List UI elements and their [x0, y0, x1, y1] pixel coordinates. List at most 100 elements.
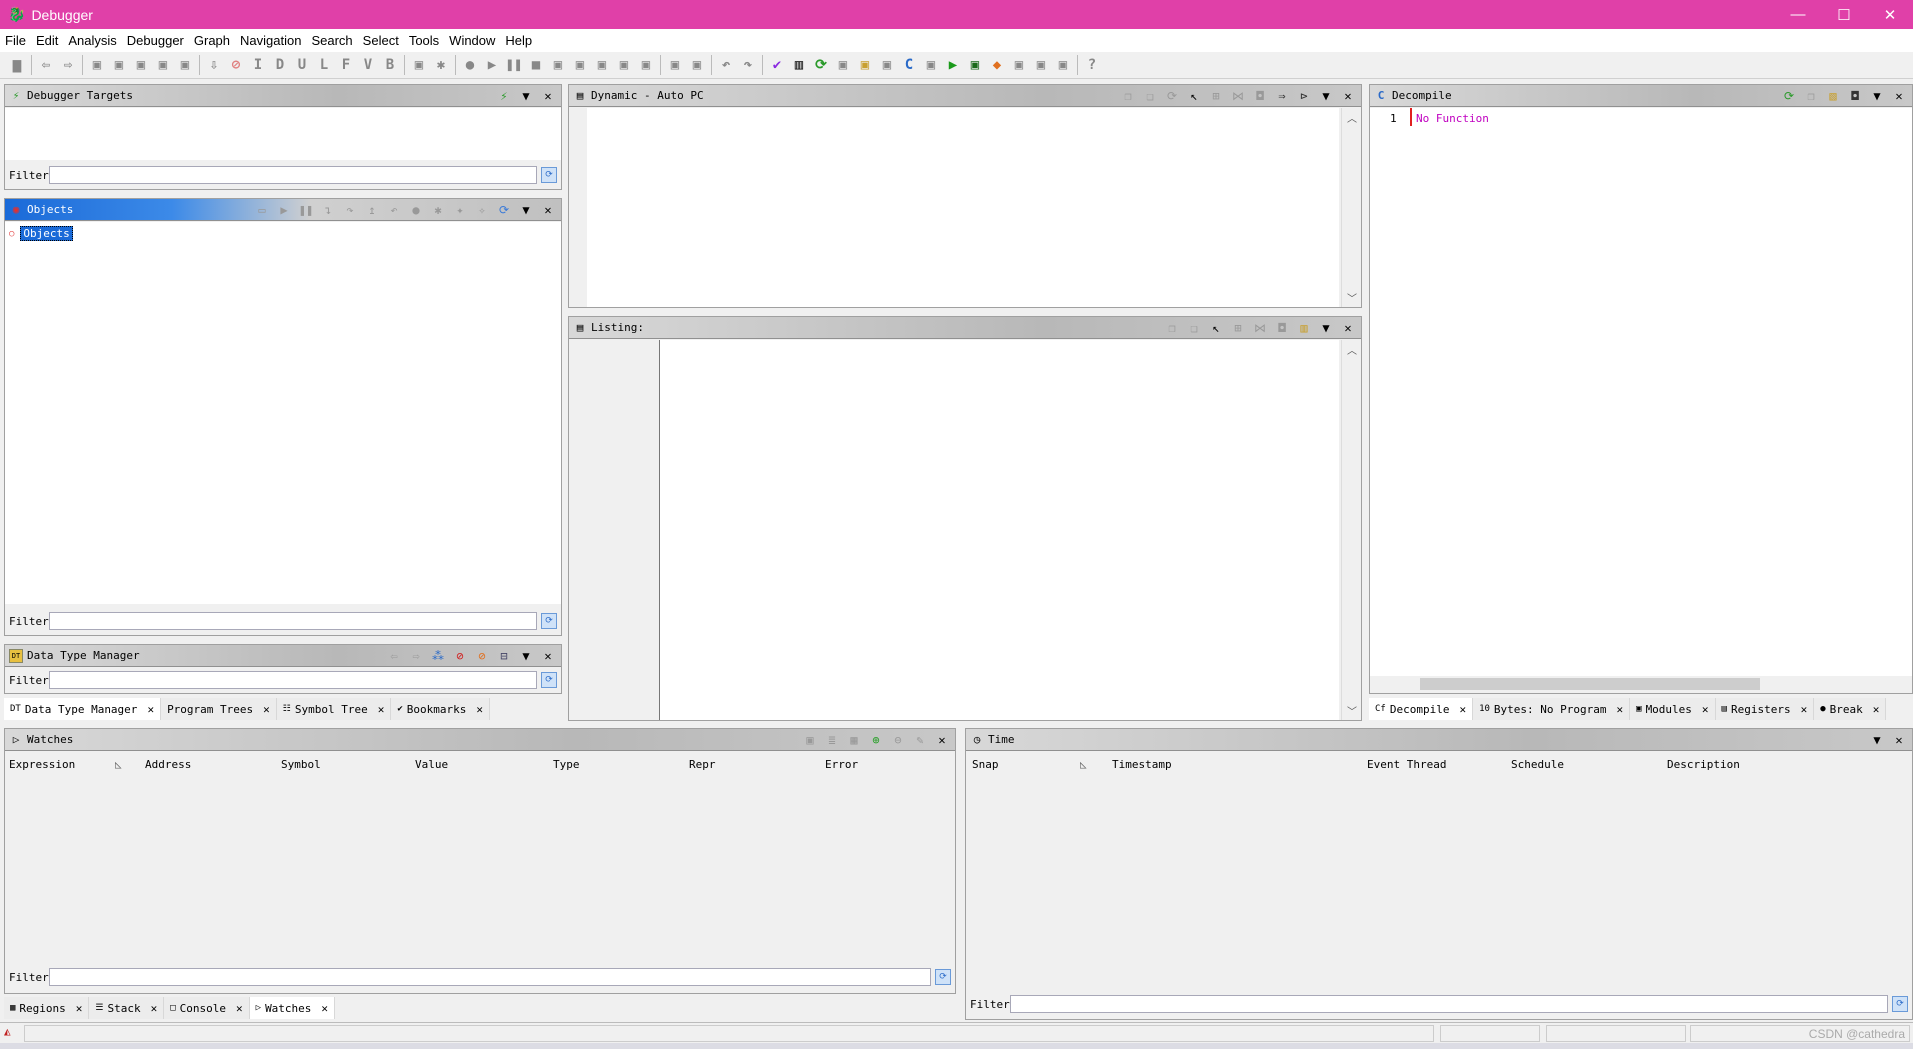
column-header-error[interactable]: Error: [825, 758, 858, 771]
toolbar-i-button[interactable]: I: [247, 54, 269, 76]
menu-window[interactable]: Window: [444, 33, 500, 48]
edit-icon[interactable]: ✎: [911, 733, 929, 747]
tab-close-icon[interactable]: ✕: [1702, 703, 1709, 716]
save-icon[interactable]: ▆: [6, 54, 28, 76]
tree-icon[interactable]: ▣: [920, 54, 942, 76]
menu-debugger[interactable]: Debugger: [122, 33, 189, 48]
filter-input[interactable]: [49, 166, 537, 184]
filter-input[interactable]: [49, 612, 537, 630]
snapshot-icon[interactable]: ◘: [1273, 321, 1291, 335]
tab-registers[interactable]: ▤ Registers ✕: [1715, 698, 1815, 720]
refresh-icon[interactable]: ⟳: [1163, 89, 1181, 103]
filter-options-icon[interactable]: ⟳: [1892, 996, 1908, 1012]
run-green-icon[interactable]: ▶: [942, 54, 964, 76]
field-edit-icon[interactable]: ⊞: [1207, 89, 1225, 103]
tab-stack[interactable]: ☰ Stack ✕: [89, 997, 165, 1019]
refresh-icon[interactable]: ⟳: [1780, 89, 1798, 103]
folder-icon[interactable]: ▣: [854, 54, 876, 76]
tab-regions[interactable]: ▦ Regions ✕: [4, 997, 90, 1019]
tab-program-trees[interactable]: Program Trees ✕: [161, 698, 277, 720]
copy-icon[interactable]: ❐: [1163, 321, 1181, 335]
disconnect-icon[interactable]: ▣: [547, 54, 569, 76]
column-header-expression[interactable]: Expression: [9, 758, 75, 771]
column-header-address[interactable]: Address: [145, 758, 191, 771]
toolbar-f-button[interactable]: F: [335, 54, 357, 76]
tab-symbol-tree[interactable]: ☷ Symbol Tree ✕: [276, 698, 392, 720]
tab-watches[interactable]: ▷ Watches ✕: [249, 997, 336, 1019]
tab-close-icon[interactable]: ✕: [1873, 703, 1880, 716]
panel-close-button[interactable]: ✕: [539, 89, 557, 103]
tab-decompile[interactable]: Cf Decompile ✕: [1369, 698, 1474, 720]
step-over-icon[interactable]: ↷: [341, 203, 359, 217]
memory-icon[interactable]: ▦: [845, 733, 863, 747]
column-header-timestamp[interactable]: Timestamp: [1112, 758, 1172, 771]
menu-search[interactable]: Search: [306, 33, 357, 48]
record-icon[interactable]: ●: [407, 203, 425, 217]
column-header-schedule[interactable]: Schedule: [1511, 758, 1564, 771]
attach-icon[interactable]: ✦: [451, 203, 469, 217]
tab-bytes-no-program[interactable]: 10 Bytes: No Program ✕: [1473, 698, 1631, 720]
tab-close-icon[interactable]: ✕: [147, 703, 154, 716]
filter-options-icon[interactable]: ⟳: [935, 969, 951, 985]
decompile-icon[interactable]: C: [898, 54, 920, 76]
menu-tools[interactable]: Tools: [404, 33, 444, 48]
no-pointer-filter-icon[interactable]: ⊘: [473, 649, 491, 663]
panel-close-button[interactable]: ✕: [539, 649, 557, 663]
tab-data-type-manager[interactable]: DT Data Type Manager ✕: [4, 698, 162, 720]
decompile-content[interactable]: 1 No Function: [1370, 108, 1912, 676]
panel-menu-button[interactable]: ▼: [1868, 733, 1886, 747]
resume-icon[interactable]: ▶: [275, 203, 293, 217]
menu-analysis[interactable]: Analysis: [63, 33, 121, 48]
panel-close-button[interactable]: ✕: [539, 203, 557, 217]
paste-icon[interactable]: ❏: [1185, 321, 1203, 335]
refresh-green-icon[interactable]: ⟳: [810, 54, 832, 76]
tab-close-icon[interactable]: ✕: [1459, 703, 1466, 716]
menu-edit[interactable]: Edit: [31, 33, 63, 48]
detach-icon[interactable]: ✧: [473, 203, 491, 217]
filter-types-icon[interactable]: ⁂: [429, 649, 447, 663]
help-icon[interactable]: ?: [1081, 54, 1103, 76]
pause-icon[interactable]: ❚❚: [297, 203, 315, 217]
menu-file[interactable]: File: [0, 33, 31, 48]
connect-button[interactable]: ⚡: [495, 89, 513, 103]
filter-options-icon[interactable]: ⟳: [541, 672, 557, 688]
panel-menu-button[interactable]: ▼: [517, 203, 535, 217]
panel-menu-button[interactable]: ▼: [517, 649, 535, 663]
stop-red-icon[interactable]: ⊘: [225, 54, 247, 76]
listing-content[interactable]: [659, 340, 1339, 720]
go-to-icon[interactable]: ⇒: [1273, 89, 1291, 103]
cursor-icon[interactable]: ↖: [1185, 89, 1203, 103]
grid-icon[interactable]: ▣: [1008, 54, 1030, 76]
menu-graph[interactable]: Graph: [189, 33, 235, 48]
step-last-icon[interactable]: ▣: [635, 54, 657, 76]
sync-icon[interactable]: ▣: [664, 54, 686, 76]
dynamic-listing-content[interactable]: [587, 108, 1339, 307]
toolbar-d-button[interactable]: D: [269, 54, 291, 76]
next-arrow-icon[interactable]: ⇩: [203, 54, 225, 76]
network-icon[interactable]: ▣: [1052, 54, 1074, 76]
filter-options-icon[interactable]: ⟳: [541, 613, 557, 629]
table-icon[interactable]: ▣: [876, 54, 898, 76]
undo-icon[interactable]: ↶: [715, 54, 737, 76]
filter-input[interactable]: [49, 968, 931, 986]
marker-icon[interactable]: ▥: [1295, 321, 1313, 335]
column-header-symbol[interactable]: Symbol: [281, 758, 321, 771]
list-icon[interactable]: ▣: [832, 54, 854, 76]
column-header-description[interactable]: Description: [1667, 758, 1740, 771]
tab-close-icon[interactable]: ✕: [321, 1002, 328, 1015]
program-next-icon[interactable]: ▣: [152, 54, 174, 76]
program-icon[interactable]: ▣: [86, 54, 108, 76]
vertical-scrollbar[interactable]: ︿ ﹀: [1341, 340, 1361, 720]
tab-modules[interactable]: ▣ Modules ✕: [1630, 698, 1716, 720]
panel-close-button[interactable]: ✕: [1890, 89, 1908, 103]
diamond-icon[interactable]: ◆: [986, 54, 1008, 76]
targets-list[interactable]: [5, 108, 561, 160]
step-into-icon[interactable]: ▣: [569, 54, 591, 76]
graph-icon[interactable]: ▧: [1824, 89, 1842, 103]
column-header-value[interactable]: Value: [415, 758, 448, 771]
script-icon[interactable]: ▣: [408, 54, 430, 76]
menu-select[interactable]: Select: [358, 33, 404, 48]
tab-close-icon[interactable]: ✕: [236, 1002, 243, 1015]
panel-menu-button[interactable]: ▼: [1317, 321, 1335, 335]
back-icon[interactable]: ⇦: [385, 649, 403, 663]
